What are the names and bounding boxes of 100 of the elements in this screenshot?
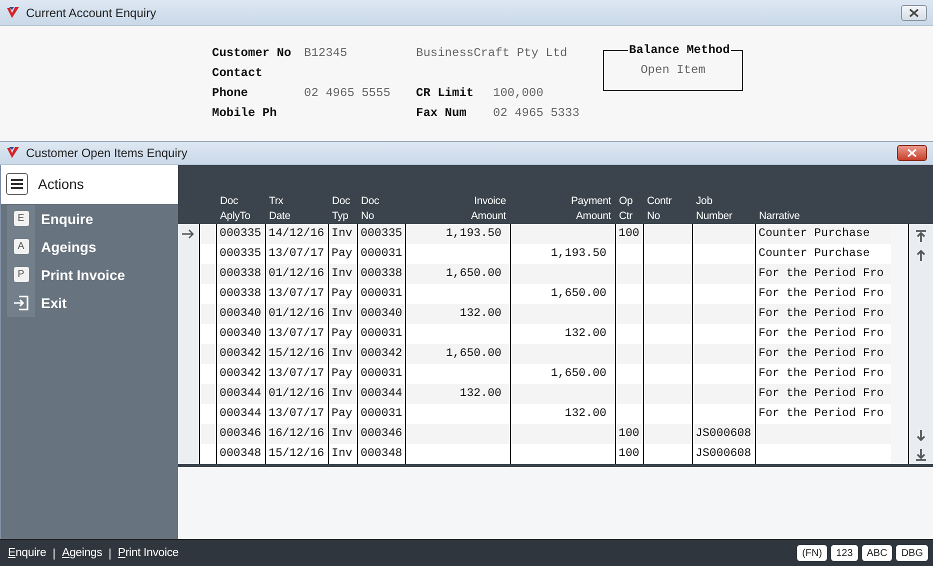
- shortcut-link[interactable]: Ageings: [62, 547, 102, 560]
- field-value: 100,000: [493, 86, 544, 100]
- table-cell: 13/07/17: [265, 364, 328, 384]
- table-cell: For the Period Fro: [755, 384, 891, 404]
- table-cell: 13/07/17: [265, 284, 328, 304]
- field-label: Customer No: [212, 46, 292, 60]
- table-cell: Pay: [328, 284, 357, 304]
- key-badge: E: [14, 211, 28, 226]
- table-cell: 000338: [216, 284, 265, 304]
- menu-icon: [11, 179, 23, 190]
- field-label: Mobile Ph: [212, 106, 278, 120]
- table-cell: 13/07/17: [265, 244, 328, 264]
- table-cell: 000342: [216, 364, 265, 384]
- table-cell: 000346: [216, 424, 265, 444]
- table-cell: For the Period Fro: [755, 284, 891, 304]
- table-cell: 000342: [216, 344, 265, 364]
- table-cell: Inv: [328, 444, 357, 464]
- column-header[interactable]: Doc Typ: [332, 194, 350, 224]
- table-cell: 000031: [357, 324, 405, 344]
- column-header[interactable]: Job Number: [696, 194, 732, 224]
- table-cell: 01/12/16: [265, 264, 328, 284]
- mode-button[interactable]: 123: [831, 545, 858, 562]
- menu-button[interactable]: [6, 173, 28, 196]
- table-cell: 000335: [216, 244, 265, 264]
- table-cell: 000340: [216, 304, 265, 324]
- table-cell: JS000608: [692, 424, 755, 444]
- table-cell: 000348: [357, 444, 405, 464]
- table-cell: 132.00: [510, 404, 615, 424]
- table-cell: 000031: [357, 364, 405, 384]
- table-cell: 16/12/16: [265, 424, 328, 444]
- table-cell: 14/12/16: [265, 224, 328, 244]
- separator: |: [52, 546, 56, 560]
- column-header[interactable]: Payment Amount: [570, 194, 611, 224]
- scroll-top-button[interactable]: [915, 228, 927, 243]
- table-cell: For the Period Fro: [755, 404, 891, 424]
- table-cell: 000031: [357, 244, 405, 264]
- sidebar-title: Actions: [38, 176, 84, 192]
- scroll-bottom-button[interactable]: [915, 448, 927, 462]
- separator: |: [108, 546, 112, 560]
- table-cell: 100: [615, 444, 643, 464]
- table-cell: Counter Purchase: [755, 224, 891, 244]
- field-value: Open Item: [640, 63, 706, 79]
- table-cell: 000338: [357, 264, 405, 284]
- arrow-to-bottom-icon: [916, 448, 926, 461]
- table-cell: 000338: [216, 264, 265, 284]
- mode-button[interactable]: ABC: [862, 545, 892, 562]
- column-header[interactable]: Doc No: [361, 194, 380, 224]
- table-cell: 1,650.00: [510, 364, 615, 384]
- table-cell: Inv: [328, 224, 357, 244]
- mode-button[interactable]: (FN): [797, 545, 828, 562]
- table-cell: 000342: [357, 344, 405, 364]
- close-button[interactable]: [901, 4, 927, 20]
- table-cell: For the Period Fro: [755, 324, 891, 344]
- window-title: Customer Open Items Enquiry: [26, 146, 188, 160]
- close-icon: [907, 148, 917, 157]
- table-cell: 1,650.00: [510, 284, 615, 304]
- shortcut-link[interactable]: Print Invoice: [118, 547, 179, 560]
- table-cell: For the Period Fro: [755, 304, 891, 324]
- app-logo-icon: [6, 146, 20, 160]
- field-label: Contact: [212, 66, 264, 80]
- action-item[interactable]: Exit: [1, 288, 178, 317]
- exit-icon: [13, 294, 29, 311]
- table-cell: 1,193.50: [510, 244, 615, 264]
- action-item[interactable]: P Print Invoice: [1, 260, 178, 289]
- action-item[interactable]: E Enquire: [1, 204, 178, 233]
- table-cell: 000340: [216, 324, 265, 344]
- scroll-up-button[interactable]: [915, 248, 927, 262]
- table-cell: 132.00: [405, 384, 510, 404]
- table-cell: 1,650.00: [405, 264, 510, 284]
- scroll-down-button[interactable]: [915, 428, 927, 442]
- table-cell: 000031: [357, 404, 405, 424]
- action-item[interactable]: A Ageings: [1, 232, 178, 261]
- shortcut-link[interactable]: Enquire: [8, 547, 46, 560]
- column-header[interactable]: Invoice Amount: [471, 194, 506, 224]
- table-cell: 000346: [357, 424, 405, 444]
- table-cell: Pay: [328, 324, 357, 344]
- table-cell: Inv: [328, 384, 357, 404]
- table-cell: 1,193.50: [405, 224, 510, 244]
- column-header[interactable]: Doc AplyTo: [220, 194, 250, 224]
- mode-button[interactable]: DBG: [896, 545, 928, 562]
- column-header[interactable]: Op Ctr: [619, 194, 633, 224]
- table-cell: 000344: [357, 384, 405, 404]
- column-header[interactable]: Narrative: [759, 208, 800, 224]
- table-cell: Inv: [328, 344, 357, 364]
- table-cell: 1,650.00: [405, 344, 510, 364]
- field-label: Fax Num: [416, 106, 468, 120]
- key-badge: P: [14, 267, 28, 282]
- table-cell: 01/12/16: [265, 384, 328, 404]
- arrow-up-icon: [916, 250, 926, 261]
- close-icon: [909, 8, 919, 16]
- column-header[interactable]: Trx Date: [269, 194, 290, 224]
- table-cell: 000340: [357, 304, 405, 324]
- table-cell: Pay: [328, 364, 357, 384]
- table-cell: 13/07/17: [265, 324, 328, 344]
- close-button[interactable]: [897, 144, 927, 161]
- table-cell: For the Period Fro: [755, 364, 891, 384]
- table-cell: 100: [615, 224, 643, 244]
- field-value: 02 4965 5333: [493, 106, 580, 120]
- table-cell: 132.00: [405, 304, 510, 324]
- column-header[interactable]: Contr No: [647, 194, 672, 224]
